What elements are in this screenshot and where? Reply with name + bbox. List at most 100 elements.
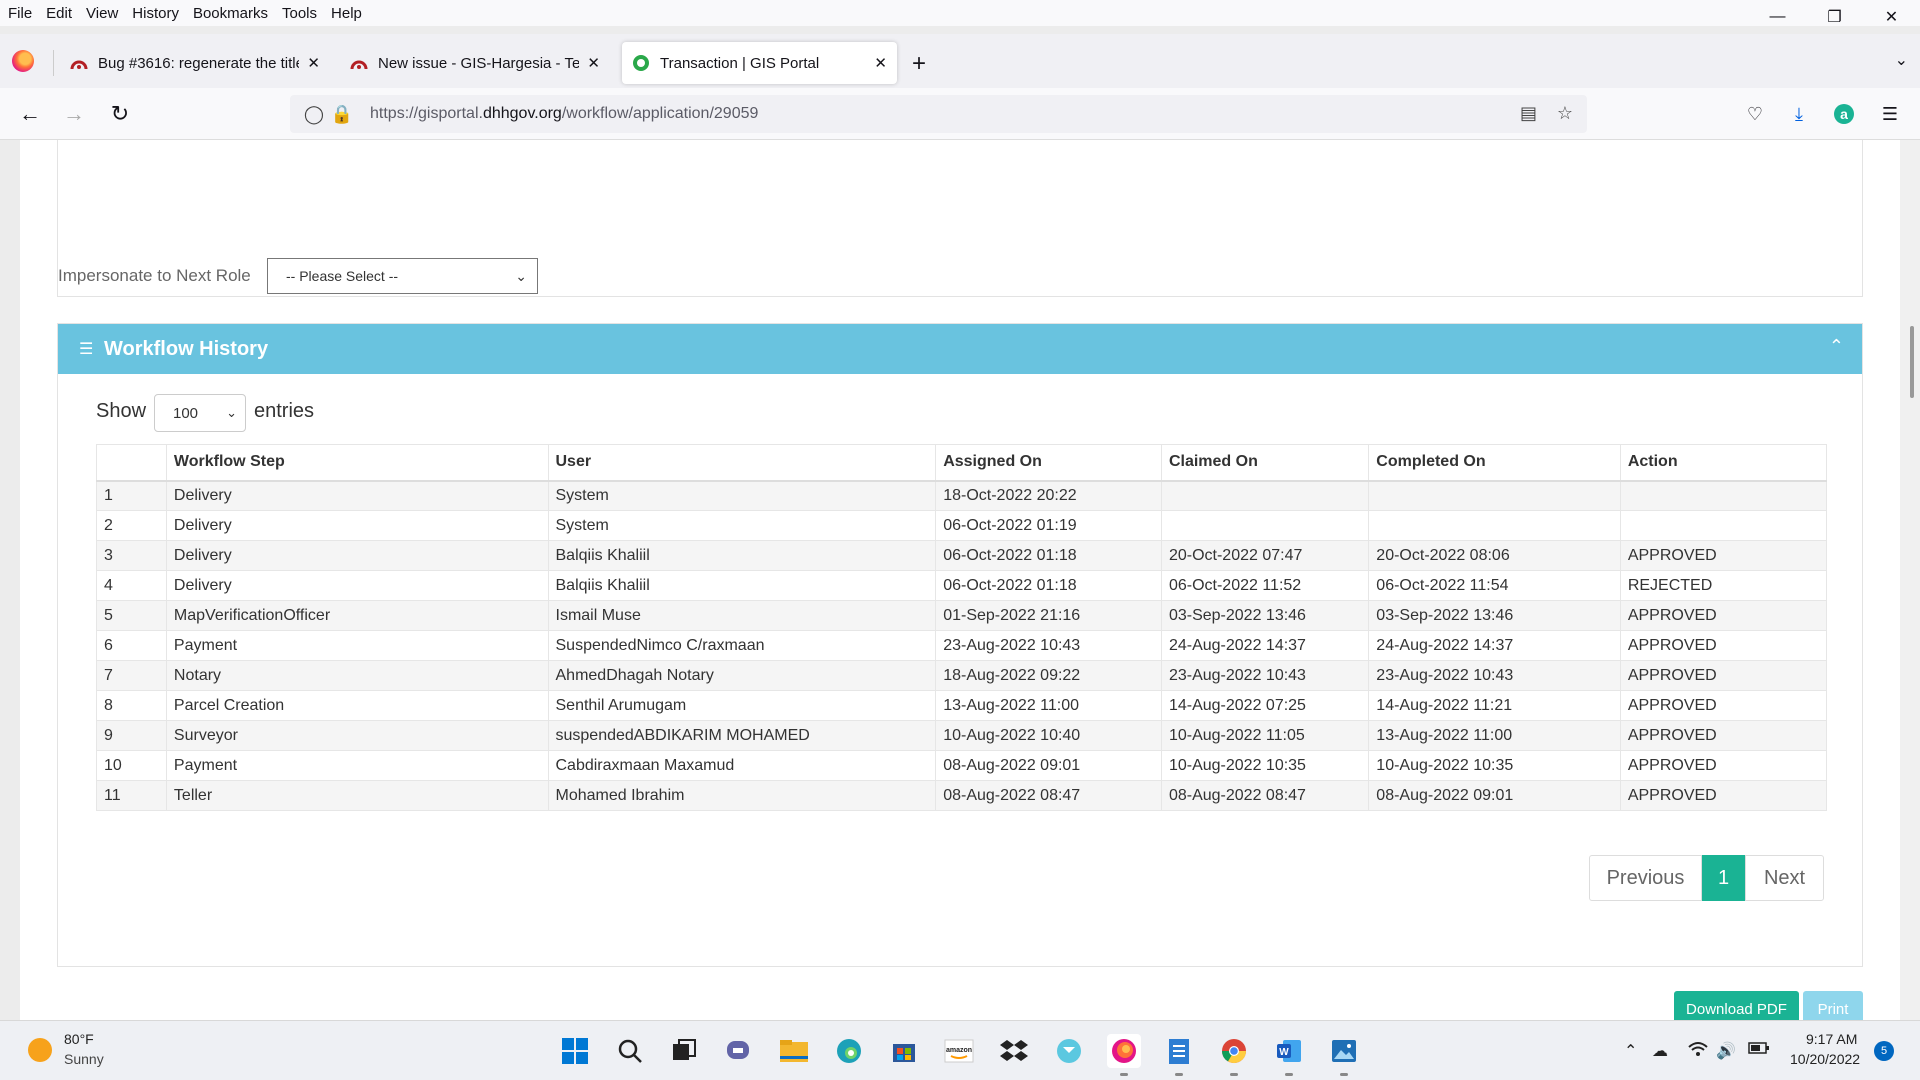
claimed-on-cell: 08-Aug-2022 08:47 bbox=[1160, 780, 1370, 811]
scrollbar-thumb[interactable] bbox=[1910, 326, 1914, 398]
previous-page-button[interactable]: Previous bbox=[1589, 855, 1702, 901]
search-icon[interactable] bbox=[613, 1034, 647, 1068]
row-index: 8 bbox=[96, 690, 167, 721]
weather-temperature[interactable]: 80°F bbox=[64, 1031, 94, 1047]
row-index: 10 bbox=[96, 750, 167, 781]
microsoft-store-icon[interactable] bbox=[887, 1034, 921, 1068]
notepad-icon[interactable] bbox=[1162, 1034, 1196, 1076]
download-pdf-button[interactable]: Download PDF bbox=[1674, 991, 1799, 1020]
close-window-icon[interactable]: ✕ bbox=[1863, 0, 1920, 34]
tab-transaction[interactable]: Transaction | GIS Portal ✕ bbox=[622, 42, 897, 84]
completed-on-cell bbox=[1368, 510, 1621, 541]
edge-icon[interactable] bbox=[832, 1034, 866, 1068]
chevron-up-icon[interactable]: ⌃ bbox=[1624, 1041, 1637, 1061]
clock-date[interactable]: 10/20/2022 bbox=[1790, 1051, 1860, 1067]
tab-close-icon[interactable]: ✕ bbox=[307, 54, 320, 72]
firefox-taskbar-icon[interactable] bbox=[1107, 1034, 1141, 1076]
menu-edit[interactable]: Edit bbox=[39, 5, 79, 22]
chevron-up-icon[interactable]: ⌃ bbox=[1829, 336, 1844, 357]
column-header-claimed-on[interactable]: Claimed On bbox=[1160, 444, 1370, 482]
word-icon[interactable]: W bbox=[1272, 1034, 1306, 1076]
section-title: Workflow History bbox=[104, 338, 269, 360]
row-index: 9 bbox=[96, 720, 167, 751]
workflow-step-cell: MapVerificationOfficer bbox=[165, 600, 549, 631]
column-header-index[interactable] bbox=[96, 444, 167, 482]
workflow-step-cell: Surveyor bbox=[165, 720, 549, 751]
windows-start-icon[interactable] bbox=[558, 1034, 592, 1068]
column-header-workflow-step[interactable]: Workflow Step bbox=[165, 444, 549, 482]
action-status bbox=[1619, 510, 1828, 541]
photos-icon[interactable] bbox=[1327, 1034, 1361, 1076]
claimed-on-cell: 06-Oct-2022 11:52 bbox=[1160, 570, 1370, 601]
task-view-icon[interactable] bbox=[667, 1034, 701, 1068]
menu-help[interactable]: Help bbox=[324, 5, 369, 22]
page-scrollbar[interactable] bbox=[1900, 140, 1920, 1020]
menu-bookmarks[interactable]: Bookmarks bbox=[186, 5, 275, 22]
chrome-icon[interactable] bbox=[1217, 1034, 1251, 1076]
firefox-view-icon[interactable] bbox=[12, 50, 34, 72]
menu-history[interactable]: History bbox=[125, 5, 186, 22]
print-button[interactable]: Print bbox=[1803, 991, 1863, 1020]
new-tab-icon[interactable]: + bbox=[912, 50, 926, 78]
onedrive-cloud-icon[interactable]: ☁ bbox=[1652, 1041, 1668, 1061]
file-explorer-icon[interactable] bbox=[777, 1034, 811, 1068]
tab-close-icon[interactable]: ✕ bbox=[587, 54, 600, 72]
tab-new-issue[interactable]: New issue - GIS-Hargesia - Tear ✕ bbox=[340, 42, 610, 84]
action-status bbox=[1619, 480, 1828, 511]
user-cell: Balqiis Khaliil bbox=[547, 570, 937, 601]
column-header-user[interactable]: User bbox=[547, 444, 937, 482]
column-header-completed-on[interactable]: Completed On bbox=[1368, 444, 1621, 482]
url-text[interactable]: https://gisportal.dhhgov.org/workflow/ap… bbox=[370, 105, 758, 123]
sun-icon[interactable] bbox=[28, 1038, 52, 1062]
messaging-app-icon[interactable] bbox=[1052, 1034, 1086, 1068]
page-1-button[interactable]: 1 bbox=[1702, 855, 1745, 901]
reader-view-icon[interactable]: ▤ bbox=[1520, 103, 1537, 124]
table-row: 4 Delivery Balqiis Khaliil 06-Oct-2022 01:1… bbox=[96, 570, 1828, 601]
amazon-icon[interactable]: amazon bbox=[942, 1034, 976, 1068]
volume-icon[interactable]: 🔊 bbox=[1716, 1041, 1736, 1061]
svg-text:a: a bbox=[1840, 106, 1848, 122]
column-header-action[interactable]: Action bbox=[1619, 444, 1828, 482]
hamburger-menu-icon[interactable]: ☰ bbox=[1878, 102, 1902, 126]
user-cell: Senthil Arumugam bbox=[547, 690, 937, 721]
menu-file[interactable]: File bbox=[0, 5, 39, 22]
clock-time[interactable]: 9:17 AM bbox=[1806, 1031, 1857, 1047]
assigned-on-cell: 08-Aug-2022 08:47 bbox=[935, 780, 1162, 811]
workflow-history-header[interactable]: ☰ Workflow History ⌃ bbox=[58, 324, 1862, 374]
tab-bar: Bug #3616: regenerate the title ✕ New is… bbox=[0, 34, 1920, 88]
url-prefix: https://gisportal. bbox=[370, 105, 483, 122]
lock-icon[interactable]: 🔒 bbox=[330, 104, 354, 125]
next-page-button[interactable]: Next bbox=[1745, 855, 1824, 901]
action-status: APPROVED bbox=[1619, 780, 1828, 811]
workflow-step-cell: Parcel Creation bbox=[165, 690, 549, 721]
column-header-assigned-on[interactable]: Assigned On bbox=[935, 444, 1162, 482]
table-row: 8 Parcel Creation Senthil Arumugam 13-Aug-2… bbox=[96, 690, 1828, 721]
entries-select[interactable]: 100 ⌄ bbox=[154, 394, 246, 432]
menu-tools[interactable]: Tools bbox=[275, 5, 324, 22]
battery-icon[interactable] bbox=[1748, 1041, 1770, 1060]
url-bar[interactable]: ◯ 🔒 https://gisportal.dhhgov.org/workflo… bbox=[290, 95, 1587, 133]
minimize-icon[interactable]: — bbox=[1749, 0, 1806, 34]
forward-arrow-icon[interactable]: → bbox=[60, 100, 88, 128]
next-role-select[interactable]: -- Please Select -- ⌄ bbox=[267, 258, 538, 294]
wifi-icon[interactable] bbox=[1688, 1041, 1708, 1062]
download-icon[interactable]: ⤓ bbox=[1787, 102, 1811, 126]
account-avatar-icon[interactable]: a bbox=[1832, 102, 1856, 126]
menu-view[interactable]: View bbox=[79, 5, 125, 22]
action-status: APPROVED bbox=[1619, 690, 1828, 721]
back-arrow-icon[interactable]: ← bbox=[16, 100, 44, 128]
dropbox-icon[interactable] bbox=[997, 1034, 1031, 1068]
restore-icon[interactable]: ❐ bbox=[1806, 0, 1863, 34]
assigned-on-cell: 18-Oct-2022 20:22 bbox=[935, 480, 1162, 511]
tab-bug-3616[interactable]: Bug #3616: regenerate the title ✕ bbox=[60, 42, 330, 84]
reload-icon[interactable]: ↻ bbox=[106, 100, 134, 128]
pocket-icon[interactable]: ♡ bbox=[1743, 102, 1767, 126]
completed-on-cell: 20-Oct-2022 08:06 bbox=[1368, 540, 1621, 571]
tab-close-icon[interactable]: ✕ bbox=[874, 54, 887, 72]
notification-badge[interactable]: 5 bbox=[1874, 1041, 1894, 1061]
shield-icon[interactable]: ◯ bbox=[302, 104, 326, 125]
teams-chat-icon[interactable] bbox=[722, 1034, 756, 1068]
weather-condition[interactable]: Sunny bbox=[64, 1051, 104, 1067]
bookmark-star-icon[interactable]: ☆ bbox=[1557, 103, 1573, 124]
chevron-down-icon[interactable]: ⌄ bbox=[1895, 50, 1908, 70]
